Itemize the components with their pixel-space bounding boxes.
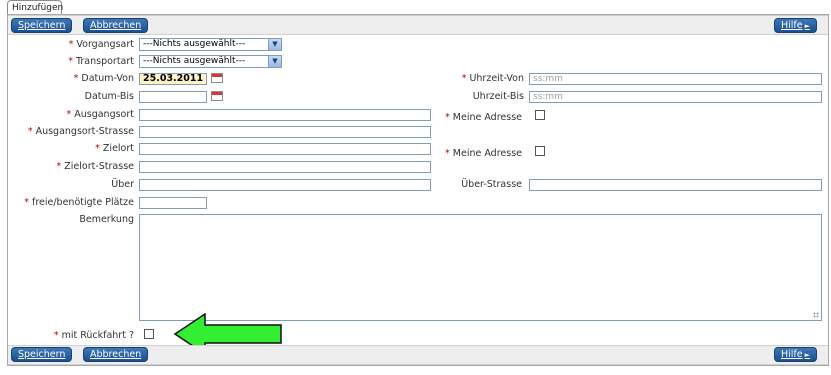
save-button[interactable]: Speichern [11, 347, 73, 362]
cancel-button[interactable]: Abbrechen [83, 347, 149, 362]
required-marker: * [53, 330, 59, 341]
zielort-label-text: Zielort [102, 143, 134, 154]
vorgangsart-select[interactable]: ---Nichts ausgewählt--- ▼ [139, 38, 282, 51]
rueckfahrt-checkbox[interactable] [144, 329, 154, 339]
zielort-strasse-input[interactable] [139, 161, 431, 173]
required-marker: * [445, 112, 450, 123]
bemerkung-label: Bemerkung [79, 213, 134, 226]
required-marker: * [66, 109, 72, 120]
required-marker: * [24, 197, 29, 208]
transportart-label: * Transportart [68, 55, 134, 68]
uhrzeit-bis-label-text: Uhrzeit-Bis [472, 91, 524, 102]
meine-adresse-1-label: * Meine Adresse [445, 111, 522, 124]
zielort-strasse-label: * Zielort-Strasse [57, 160, 134, 173]
ausgangsort-strasse-label-text: Ausgangsort-Strasse [35, 126, 134, 137]
ueber-input[interactable] [139, 179, 431, 191]
ueber-label-text: Über [111, 179, 134, 190]
datum-bis-label-text: Datum-Bis [84, 91, 134, 102]
resize-grip-icon[interactable] [813, 312, 819, 318]
required-marker: * [445, 148, 450, 159]
uhrzeit-von-label: * Uhrzeit-Von [462, 72, 524, 85]
cancel-button[interactable]: Abbrechen [83, 18, 149, 33]
required-marker: * [461, 73, 467, 84]
meine-adresse-1-checkbox[interactable] [535, 110, 545, 120]
ausgangsort-label-text: Ausgangsort [74, 109, 134, 120]
ausgangsort-label: * Ausgangsort [66, 108, 134, 121]
plaetze-input[interactable] [139, 197, 207, 209]
vorgangsart-label: * Vorgangsart [69, 38, 134, 51]
help-button-label: Hilfe [781, 349, 803, 360]
plaetze-label: * freie/benötigte Plätze [24, 196, 134, 209]
uhrzeit-von-input[interactable]: ss:mm [529, 73, 822, 85]
uhrzeit-von-label-text: Uhrzeit-Von [469, 73, 524, 84]
vorgangsart-label-text: Vorgangsart [76, 39, 134, 50]
required-marker: * [68, 39, 74, 50]
chevron-down-icon: ▼ [268, 56, 281, 67]
save-button[interactable]: Speichern [11, 18, 73, 33]
required-marker: * [56, 161, 62, 172]
ausgangsort-strasse-label: * Ausgangsort-Strasse [28, 125, 134, 138]
datum-von-label-text: Datum-Von [81, 73, 134, 84]
zielort-input[interactable] [139, 143, 431, 155]
ausgangsort-input[interactable] [139, 109, 431, 121]
play-arrow-icon: ► [804, 22, 811, 30]
meine-adresse-1-label-text: Meine Adresse [452, 112, 522, 123]
calendar-icon[interactable] [211, 73, 223, 83]
transportart-select[interactable]: ---Nichts ausgewählt--- ▼ [139, 55, 282, 68]
transportart-label-text: Transportart [75, 56, 134, 67]
rueckfahrt-label: * mit Rückfahrt ? [54, 329, 134, 342]
rueckfahrt-label-text: mit Rückfahrt ? [61, 330, 134, 341]
plaetze-label-text: freie/benötigte Plätze [31, 197, 134, 208]
meine-adresse-2-label-text: Meine Adresse [452, 148, 522, 159]
uhrzeit-bis-input[interactable]: ss:mm [529, 91, 822, 103]
help-button[interactable]: Hilfe ► [774, 18, 818, 33]
bemerkung-textarea[interactable] [139, 214, 822, 321]
zielort-strasse-label-text: Zielort-Strasse [64, 161, 134, 172]
help-button-label: Hilfe [781, 20, 803, 31]
transportart-value: ---Nichts ausgewählt--- [143, 56, 246, 66]
meine-adresse-2-checkbox[interactable] [535, 146, 545, 156]
ueber-strasse-input[interactable] [529, 179, 822, 191]
datum-von-input[interactable]: 25.03.2011 [139, 73, 207, 85]
datum-von-label: * Datum-Von [74, 72, 134, 85]
vorgangsart-value: ---Nichts ausgewählt--- [143, 39, 246, 49]
ueber-strasse-label: Über-Strasse [461, 178, 522, 191]
datum-bis-input[interactable] [139, 91, 207, 103]
help-button[interactable]: Hilfe ► [774, 347, 818, 362]
meine-adresse-2-label: * Meine Adresse [445, 147, 522, 160]
chevron-down-icon: ▼ [268, 39, 281, 50]
ueber-strasse-label-text: Über-Strasse [461, 179, 522, 190]
bemerkung-label-text: Bemerkung [79, 214, 134, 225]
required-marker: * [73, 73, 79, 84]
ueber-label: Über [111, 178, 134, 191]
required-marker: * [68, 56, 73, 67]
play-arrow-icon: ► [804, 351, 811, 359]
tab-hinzufuegen[interactable]: Hinzufügen [7, 0, 63, 14]
uhrzeit-bis-label: Uhrzeit-Bis [473, 90, 524, 103]
required-marker: * [27, 126, 33, 137]
ausgangsort-strasse-input[interactable] [139, 126, 431, 138]
required-marker: * [95, 143, 100, 154]
datum-bis-label: Datum-Bis [85, 90, 134, 103]
zielort-label: * Zielort [95, 142, 134, 155]
calendar-icon[interactable] [211, 91, 223, 101]
